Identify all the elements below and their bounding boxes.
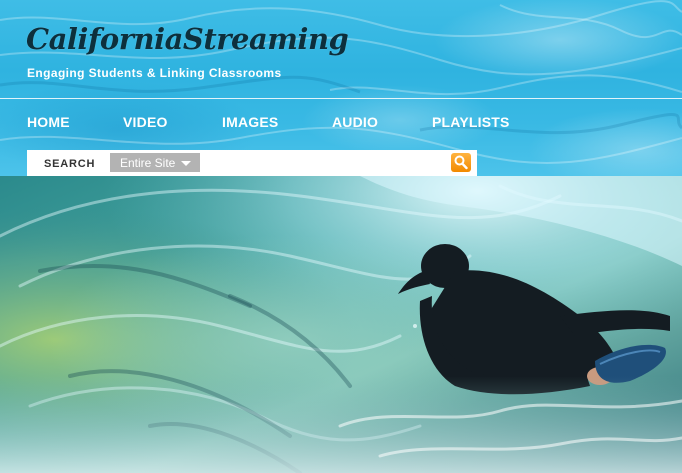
header-divider <box>0 98 682 99</box>
nav-images[interactable]: IMAGES <box>222 114 278 130</box>
chevron-down-icon <box>181 161 191 166</box>
nav-playlists[interactable]: PLAYLISTS <box>432 114 510 130</box>
nav-audio[interactable]: AUDIO <box>332 114 378 130</box>
site-header: CaliforniaStreaming Engaging Students & … <box>0 0 682 176</box>
search-scope-value: Entire Site <box>120 156 176 170</box>
site-logo[interactable]: CaliforniaStreaming <box>26 22 349 56</box>
magnifier-icon <box>454 155 468 170</box>
page: CaliforniaStreaming Engaging Students & … <box>0 0 682 473</box>
main-nav: HOME VIDEO IMAGES AUDIO PLAYLISTS <box>0 114 682 134</box>
surfer-photo <box>0 176 682 473</box>
search-bar: SEARCH Entire Site <box>27 150 477 176</box>
search-input[interactable] <box>205 153 445 172</box>
search-label: SEARCH <box>44 158 96 170</box>
search-button[interactable] <box>451 153 471 172</box>
hero-image <box>0 176 682 473</box>
nav-video[interactable]: VIDEO <box>123 114 168 130</box>
search-scope-dropdown[interactable]: Entire Site <box>110 153 200 172</box>
nav-home[interactable]: HOME <box>27 114 70 130</box>
site-tagline: Engaging Students & Linking Classrooms <box>27 66 282 80</box>
